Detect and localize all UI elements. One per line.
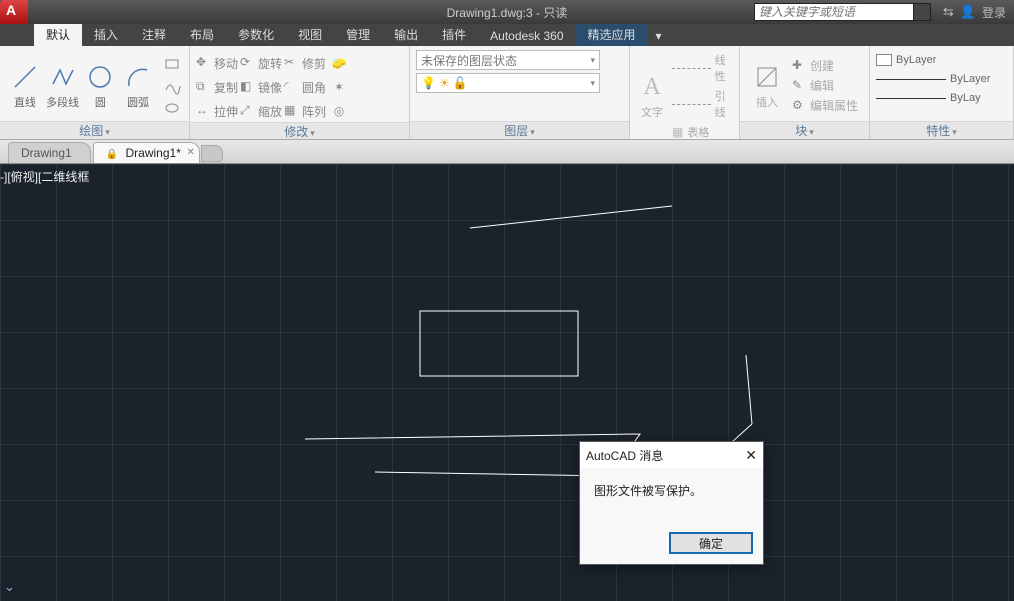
ok-button[interactable]: 确定 <box>669 532 753 554</box>
doc-tab-active[interactable]: 🔒 Drawing1* ✕ <box>93 142 200 163</box>
ribbon-tab-layout[interactable]: 布局 <box>178 23 226 46</box>
new-tab-button[interactable] <box>201 145 223 162</box>
ucs-icon[interactable]: ⌄ <box>4 579 15 595</box>
trim-icon[interactable]: ✂ <box>284 55 300 71</box>
edit-block-icon[interactable]: ✎ <box>792 78 808 94</box>
tool-insert-block[interactable]: 插入 <box>746 62 788 110</box>
search-button[interactable] <box>913 3 931 21</box>
tool-circle[interactable]: 圆 <box>82 62 120 110</box>
create-block-icon[interactable]: ✚ <box>792 58 808 74</box>
table-icon: ▦ <box>672 125 683 139</box>
bulb-icon: 💡 <box>421 76 436 90</box>
ribbon-tab-parametric[interactable]: 参数化 <box>226 23 286 46</box>
ribbon-tab-view[interactable]: 视图 <box>286 23 334 46</box>
dialog-message: 图形文件被写保护。 <box>594 484 702 498</box>
drawing-canvas[interactable]: -][俯视][二维线框 ⌄ AutoCAD 消息 ✕ 图形文件被写保护。 确定 <box>0 164 1014 601</box>
mirror-icon[interactable]: ◧ <box>240 79 256 95</box>
exchange-icon[interactable]: ⇆ <box>943 4 954 20</box>
copy-icon[interactable]: ⧉ <box>196 79 212 95</box>
ribbon-tab-output[interactable]: 输出 <box>382 23 430 46</box>
layer-state-dropdown[interactable]: 未保存的图层状态▾ <box>416 50 600 70</box>
move-icon[interactable]: ✥ <box>196 55 212 71</box>
lineweight-dropdown[interactable]: ByLayer <box>876 73 990 85</box>
fillet-icon[interactable]: ◜ <box>284 79 300 95</box>
ribbon-group-props: ByLayer ByLayer ByLay 特性▾ <box>870 46 1014 139</box>
ribbon-tab-default[interactable]: 默认 <box>34 23 82 46</box>
app-menu-icon[interactable] <box>0 0 28 24</box>
array-icon[interactable]: ▦ <box>284 103 300 119</box>
search-input[interactable] <box>754 3 914 21</box>
drawing-geometry <box>0 164 1014 601</box>
ribbon-group-layer: 未保存的图层状态▾ 💡 ☀ 🔓 ▾ 图层▾ <box>410 46 630 139</box>
erase-icon[interactable]: 🧽 <box>329 53 349 73</box>
stretch-icon[interactable]: ↔ <box>196 103 212 119</box>
lock-icon: 🔒 <box>106 149 118 160</box>
tool-ellipse-icon[interactable] <box>162 98 182 118</box>
rotate-icon[interactable]: ⟳ <box>240 55 256 71</box>
ribbon-group-block: 插入 ✚创建 ✎编辑 ⚙编辑属性 块▾ <box>740 46 870 139</box>
edit-attr-icon[interactable]: ⚙ <box>792 98 808 114</box>
tool-text[interactable]: A 文字 <box>636 72 668 120</box>
ribbon-group-draw: 直线 多段线 圆 圆弧 绘图▾ <box>0 46 190 139</box>
explode-icon[interactable]: ✶ <box>329 77 349 97</box>
tool-spline-icon[interactable] <box>162 76 182 96</box>
ribbon-tab-insert[interactable]: 插入 <box>82 23 130 46</box>
tool-line[interactable]: 直线 <box>6 62 44 110</box>
close-tab-icon[interactable]: ✕ <box>186 147 194 158</box>
ribbon-tabs: 默认 插入 注释 布局 参数化 视图 管理 输出 插件 Autodesk 360… <box>0 24 1014 46</box>
login-link[interactable]: 登录 <box>982 4 1006 21</box>
title-bar: Drawing1.dwg:3 - 只读 ⇆ 👤 登录 <box>0 0 1014 24</box>
ribbon-group-annotate: A 文字 线性 引线 ▦表格 注释▾ <box>630 46 740 139</box>
group-label-layer: 图层 <box>504 124 528 138</box>
layer-tool-icon[interactable] <box>416 97 438 117</box>
group-label-draw: 绘图 <box>79 124 103 138</box>
group-label-modify: 修改 <box>284 125 308 139</box>
group-label-props: 特性 <box>926 124 950 138</box>
tool-rectangle-icon[interactable] <box>162 54 182 74</box>
message-dialog: AutoCAD 消息 ✕ 图形文件被写保护。 确定 <box>579 441 764 565</box>
ribbon-tab-manage[interactable]: 管理 <box>334 23 382 46</box>
user-icon[interactable]: 👤 <box>960 4 976 20</box>
document-tabs: Drawing1 🔒 Drawing1* ✕ <box>0 140 1014 164</box>
ribbon: 直线 多段线 圆 圆弧 绘图▾ ✥移动 <box>0 46 1014 140</box>
lock-open-icon: 🔓 <box>453 76 468 90</box>
search-box <box>754 3 931 21</box>
linetype-dropdown[interactable]: ByLay <box>876 92 981 104</box>
doc-tab[interactable]: Drawing1 <box>8 142 91 163</box>
color-dropdown[interactable]: ByLayer <box>876 54 936 66</box>
ribbon-group-modify: ✥移动 ⟳旋转 ✂修剪 🧽 ⧉复制 ◧镜像 ◜圆角 ✶ ↔拉伸 ⤢缩放 ▦阵列 … <box>190 46 410 139</box>
tool-arc[interactable]: 圆弧 <box>119 62 157 110</box>
ribbon-tab-a360[interactable]: Autodesk 360 <box>478 26 575 46</box>
sun-icon: ☀ <box>439 76 450 90</box>
ribbon-tab-plugins[interactable]: 插件 <box>430 23 478 46</box>
group-label-block: 块 <box>795 124 807 138</box>
ribbon-tab-annotate[interactable]: 注释 <box>130 23 178 46</box>
dialog-close-icon[interactable]: ✕ <box>745 447 757 464</box>
ribbon-expand-icon[interactable]: ▾ <box>648 26 670 46</box>
layer-dropdown[interactable]: 💡 ☀ 🔓 ▾ <box>416 73 600 93</box>
window-title: Drawing1.dwg:3 - 只读 <box>447 4 568 21</box>
tool-polyline[interactable]: 多段线 <box>44 62 82 110</box>
scale-icon[interactable]: ⤢ <box>240 103 256 119</box>
offset-icon[interactable]: ◎ <box>329 101 349 121</box>
ribbon-tab-featured[interactable]: 精选应用 <box>576 23 648 46</box>
quick-access-toolbar[interactable] <box>34 0 134 24</box>
dialog-title: AutoCAD 消息 <box>586 447 663 464</box>
